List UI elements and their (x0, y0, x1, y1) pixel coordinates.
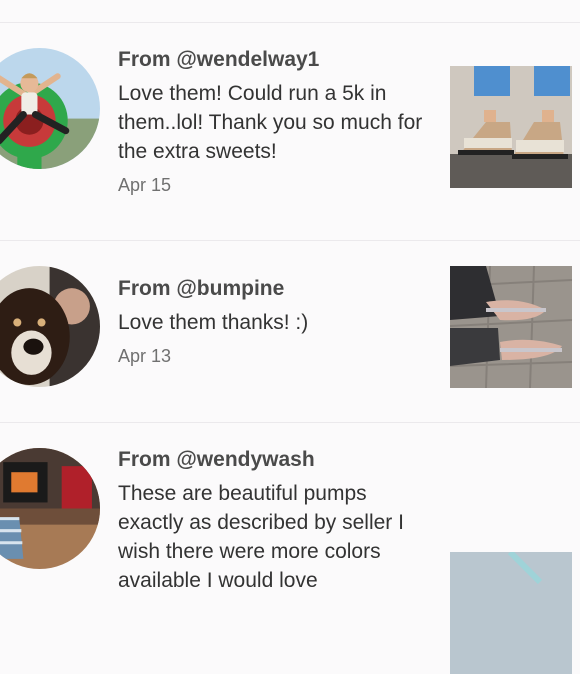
avatar-photo-icon (0, 448, 100, 569)
review-author[interactable]: From @wendelway1 (118, 47, 428, 73)
review-author[interactable]: From @wendywash (118, 447, 428, 473)
review-date: Apr 15 (118, 175, 172, 195)
reviewer-avatar[interactable] (0, 48, 100, 169)
avatar-photo-icon (0, 266, 100, 387)
sandal-photo-icon (450, 266, 572, 388)
sandal-photo-icon (450, 66, 572, 188)
sandal-photo-icon (450, 552, 572, 674)
reviewer-avatar[interactable] (0, 266, 100, 387)
review-date: Apr 13 (118, 346, 172, 366)
review-divider (0, 422, 580, 423)
product-thumbnail[interactable] (450, 266, 572, 388)
review-author[interactable]: From @bumpine (118, 276, 428, 302)
avatar-photo-icon (0, 48, 100, 169)
reviewer-avatar[interactable] (0, 448, 100, 569)
review-text: Love them! Could run a 5k in them..lol! … (118, 82, 423, 163)
product-thumbnail[interactable] (450, 552, 572, 674)
review-text: These are beautiful pumps exactly as des… (118, 482, 404, 592)
product-thumbnail[interactable] (450, 66, 572, 188)
review-divider (0, 240, 580, 241)
review-text: Love them thanks! :) (118, 311, 309, 334)
top-divider (0, 22, 580, 23)
